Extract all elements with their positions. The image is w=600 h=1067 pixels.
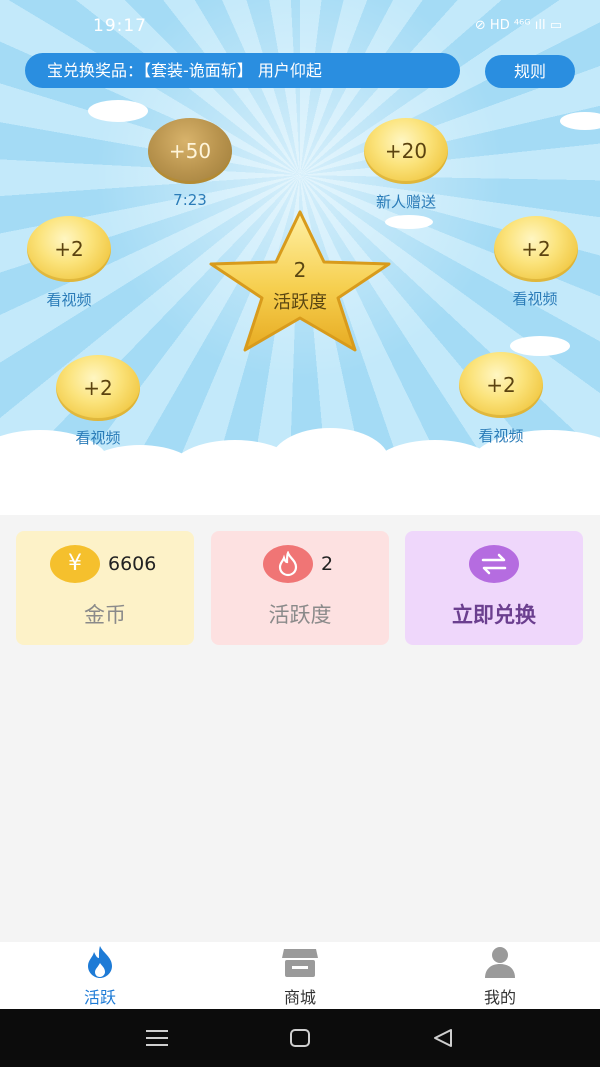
coin-label: 看视频 bbox=[46, 291, 92, 309]
coin-bubble[interactable]: +50 bbox=[148, 118, 232, 184]
activity-label: 活跃度 bbox=[268, 603, 332, 627]
hero-section: 19:17 ⊘ HD ⁴⁶ᴳ ıll ▭ 宝兑换奖品：【套装-诡面斩】 用户仰起… bbox=[0, 0, 600, 515]
store-icon bbox=[282, 949, 318, 977]
home-icon[interactable] bbox=[289, 1028, 311, 1048]
marquee-text: 宝兑换奖品：【套装-诡面斩】 用户仰起 bbox=[47, 61, 322, 80]
menu-icon[interactable] bbox=[145, 1028, 169, 1048]
bottom-nav: 活跃 商城 我的 bbox=[0, 942, 600, 1009]
coin-bubble[interactable]: +2 bbox=[459, 352, 543, 418]
nav-item-profile[interactable]: 我的 bbox=[440, 942, 560, 1009]
coin-bubble[interactable]: +20 bbox=[364, 118, 448, 184]
gold-label: 金币 bbox=[84, 603, 126, 627]
exchange-label: 立即兑换 bbox=[452, 603, 536, 627]
status-icons: ⊘ HD ⁴⁶ᴳ ıll ▭ bbox=[474, 18, 562, 33]
system-nav-bar bbox=[0, 1009, 600, 1067]
nav-label-activity: 活跃 bbox=[83, 988, 116, 1007]
coin-label: 看视频 bbox=[75, 429, 121, 447]
gold-value: 6606 bbox=[108, 553, 157, 575]
status-time: 19:17 bbox=[93, 16, 147, 36]
flame-icon bbox=[88, 946, 112, 978]
exchange-icon bbox=[469, 545, 519, 583]
cloud-band bbox=[0, 468, 600, 515]
cloud-decoration bbox=[88, 100, 148, 122]
user-icon bbox=[485, 947, 515, 978]
prize-marquee[interactable]: 宝兑换奖品：【套装-诡面斩】 用户仰起 bbox=[25, 53, 460, 88]
exchange-card[interactable]: 立即兑换 bbox=[405, 531, 583, 645]
gold-card[interactable]: ¥ 6606 金币 bbox=[16, 531, 194, 645]
coin-label: 看视频 bbox=[478, 427, 524, 445]
star-label: 活跃度 bbox=[273, 292, 327, 313]
coin-bubble[interactable]: +2 bbox=[494, 216, 578, 282]
nav-item-activity[interactable]: 活跃 bbox=[40, 942, 160, 1009]
yen-icon: ¥ bbox=[50, 545, 100, 583]
status-bar: 19:17 ⊘ HD ⁴⁶ᴳ ıll ▭ bbox=[0, 0, 600, 52]
flame-icon bbox=[263, 545, 313, 583]
coin-label: 看视频 bbox=[512, 290, 558, 308]
coin-bubble[interactable]: +2 bbox=[56, 355, 140, 421]
coin-bubble[interactable]: +2 bbox=[27, 216, 111, 282]
star-value: 2 bbox=[293, 258, 307, 282]
back-icon[interactable] bbox=[432, 1028, 454, 1048]
nav-label-store: 商城 bbox=[283, 988, 316, 1007]
cloud-decoration bbox=[510, 336, 570, 356]
activity-value: 2 bbox=[321, 553, 334, 575]
rules-button[interactable]: 规则 bbox=[485, 55, 575, 88]
nav-item-store[interactable]: 商城 bbox=[240, 942, 360, 1009]
activity-card[interactable]: 2 活跃度 bbox=[211, 531, 389, 645]
nav-label-profile: 我的 bbox=[483, 988, 516, 1007]
